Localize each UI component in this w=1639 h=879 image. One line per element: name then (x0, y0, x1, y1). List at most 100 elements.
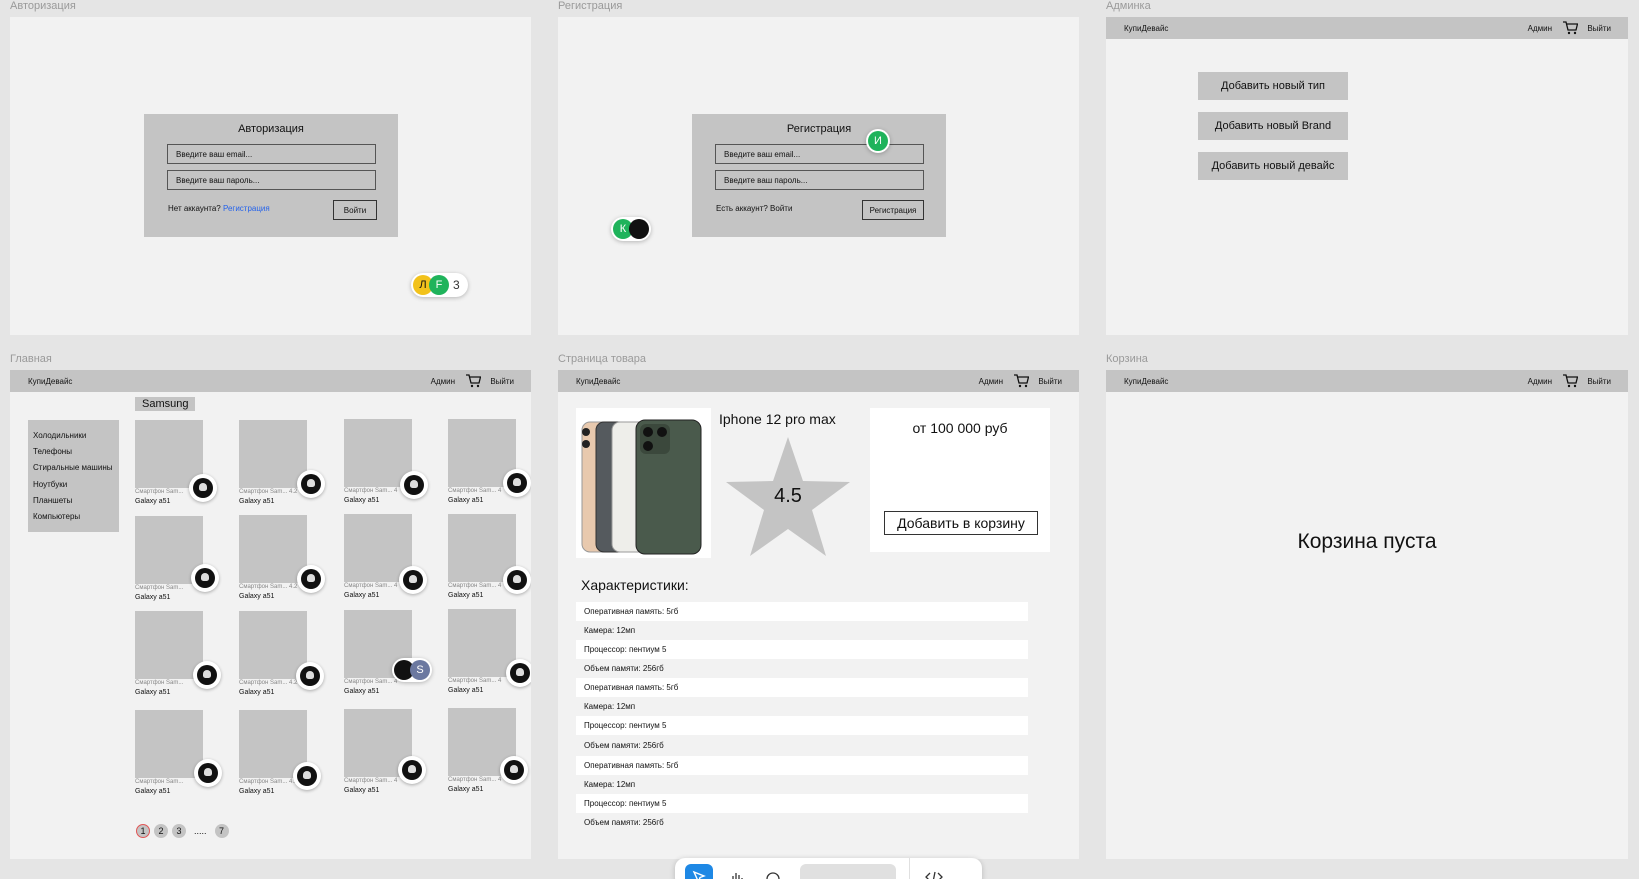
navbar-logout-link[interactable]: Выйти (1587, 377, 1611, 386)
device-subtitle: Смартфон Sam... 4 (448, 678, 502, 684)
auth-title: Авторизация (238, 123, 304, 135)
have-account-note[interactable]: Есть аккаунт? Войти (716, 204, 792, 213)
device-card[interactable]: Смартфон Sam... Galaxy a51 (135, 710, 222, 798)
navbar-logout-link[interactable]: Выйти (1038, 377, 1062, 386)
comment-avatar-icon[interactable] (503, 566, 531, 594)
password-field[interactable]: Введите ваш пароль... (715, 170, 924, 190)
add-device-button[interactable]: Добавить новый девайс (1198, 152, 1348, 180)
hand-icon[interactable] (723, 864, 751, 879)
device-subtitle: Смартфон Sam... 4 (344, 778, 398, 784)
presence-count: 3 (453, 278, 460, 292)
page-3[interactable]: 3 (172, 824, 186, 838)
spec-row: Объем памяти: 256гб (584, 664, 664, 673)
device-card[interactable]: Смартфон Sam... Galaxy a51 (135, 611, 221, 699)
comment-avatar-icon[interactable] (506, 659, 531, 687)
navbar-admin-link[interactable]: Админ (1528, 24, 1552, 33)
spec-row: Процессор: пентиум 5 (576, 716, 1028, 735)
frame-cart: КупиДевайс Админ Выйти Корзина пуста (1106, 370, 1628, 859)
device-image (239, 515, 307, 583)
sidebar-item-fridges[interactable]: Холодильники (28, 431, 119, 447)
comment-avatar-icon[interactable] (503, 469, 531, 497)
navbar-admin-link[interactable]: Админ (1528, 377, 1552, 386)
navbar: КупиДевайс Админ Выйти (558, 370, 1079, 392)
device-card[interactable]: Смартфон Sam... 4.2 Galaxy a51 (239, 611, 324, 699)
device-card[interactable]: Смартфон Sam... Galaxy a51 (135, 420, 217, 508)
cursor-icon[interactable] (685, 864, 713, 879)
navbar-brand[interactable]: КупиДевайс (1124, 24, 1168, 33)
device-name: Galaxy a51 (448, 497, 484, 504)
sidebar-item-phones[interactable]: Телефоны (28, 447, 119, 463)
comment-avatar-icon[interactable] (500, 756, 528, 784)
device-card[interactable]: Смартфон Sam... 4 Galaxy a51 (448, 609, 531, 697)
share-button[interactable] (800, 864, 896, 879)
cart-icon[interactable] (465, 374, 481, 388)
navbar-brand[interactable]: КупиДевайс (1124, 377, 1168, 386)
navbar-admin-link[interactable]: Админ (431, 377, 455, 386)
cart-icon[interactable] (1562, 374, 1578, 388)
cart-icon[interactable] (1013, 374, 1029, 388)
frame-main: КупиДевайс Админ Выйти Холодильники Теле… (10, 370, 531, 859)
email-field[interactable]: Введите ваш email... (167, 144, 376, 164)
comment-avatar-icon[interactable] (293, 762, 321, 790)
add-brand-button[interactable]: Добавить новый Brand (1198, 112, 1348, 140)
page-1[interactable]: 1 (136, 824, 150, 838)
device-card[interactable]: Смартфон Sam... Galaxy a51 (135, 516, 219, 604)
cart-icon[interactable] (1562, 21, 1578, 35)
sidebar-item-tablets[interactable]: Планшеты (28, 496, 119, 512)
device-card[interactable]: Смартфон Sam... 4 Galaxy a51 (344, 709, 426, 797)
comment-avatar-icon[interactable] (194, 759, 222, 787)
device-card[interactable]: Смартфон Sam... 4 Galaxy a51 (448, 514, 531, 602)
comment-avatar-icon[interactable] (297, 565, 325, 593)
device-card[interactable]: Смартфон Sam... 4 Galaxy a51 (448, 708, 528, 796)
device-subtitle: Смартфон Sam... (135, 489, 184, 495)
comment-avatar-icon[interactable] (296, 662, 324, 690)
device-card[interactable]: Смартфон Sam... 4 Galaxy a51 S (344, 610, 432, 698)
sidebar-item-laptops[interactable]: Ноутбуки (28, 480, 119, 496)
device-name: Galaxy a51 (135, 498, 171, 505)
password-field[interactable]: Введите ваш пароль... (167, 170, 376, 190)
spec-row: Объем памяти: 256гб (584, 741, 664, 750)
frame-label-product: Страница товара (558, 353, 647, 365)
comment-avatar-icon[interactable] (193, 661, 221, 689)
device-subtitle: Смартфон Sam... 4 (448, 488, 502, 494)
device-card[interactable]: Смартфон Sam... 4 Galaxy a51 (344, 419, 428, 507)
navbar-brand[interactable]: КупиДевайс (28, 377, 72, 386)
brand-filter-samsung[interactable]: Samsung (135, 397, 196, 411)
comment-avatar-icon[interactable] (400, 471, 428, 499)
page-7[interactable]: 7 (214, 824, 229, 838)
login-button[interactable]: Войти (333, 200, 377, 220)
register-link[interactable]: Регистрация (223, 204, 270, 213)
comment-avatar-icon[interactable] (398, 756, 426, 784)
comment-avatar-icon[interactable] (399, 566, 427, 594)
device-card[interactable]: Смартфон Sam... 4.2 Galaxy a51 (239, 420, 325, 508)
page-2[interactable]: 2 (154, 824, 168, 838)
navbar-admin-link[interactable]: Админ (979, 377, 1003, 386)
device-card[interactable]: Смартфон Sam... 4.2 Galaxy a51 (239, 710, 321, 798)
comment-icon[interactable] (759, 864, 787, 879)
device-name: Galaxy a51 (239, 593, 275, 600)
code-icon[interactable] (920, 864, 948, 879)
auth-form: Авторизация Введите ваш email... Введите… (144, 114, 398, 237)
device-card[interactable]: Смартфон Sam... 4 Galaxy a51 (344, 514, 427, 602)
sidebar-item-computers[interactable]: Компьютеры (28, 512, 119, 528)
device-card[interactable]: Смартфон Sam... 4 Galaxy a51 (448, 419, 531, 507)
navbar-brand[interactable]: КупиДевайс (576, 377, 620, 386)
presence-avatar: F (429, 275, 449, 295)
comment-avatar-icon[interactable] (191, 564, 219, 592)
frame-label-cart: Корзина (1106, 353, 1148, 365)
navbar-logout-link[interactable]: Выйти (490, 377, 514, 386)
register-button[interactable]: Регистрация (862, 200, 924, 220)
device-name: Galaxy a51 (135, 594, 171, 601)
device-card[interactable]: Смартфон Sam... 4.2 Galaxy a51 (239, 515, 325, 603)
sidebar-item-washers[interactable]: Стиральные машины (28, 463, 119, 479)
spec-row: Оперативная память: 5гб (576, 602, 1028, 621)
comment-avatar-icon[interactable] (189, 474, 217, 502)
category-sidebar: Холодильники Телефоны Стиральные машины … (28, 420, 119, 532)
add-type-button[interactable]: Добавить новый тип (1198, 72, 1348, 100)
comment-avatar-icon[interactable] (297, 470, 325, 498)
add-to-cart-button[interactable]: Добавить в корзину (884, 511, 1038, 535)
navbar-logout-link[interactable]: Выйти (1587, 24, 1611, 33)
device-image (239, 420, 307, 488)
email-field[interactable]: Введите ваш email... (715, 144, 924, 164)
device-subtitle: Смартфон Sam... 4.2 (239, 680, 298, 686)
